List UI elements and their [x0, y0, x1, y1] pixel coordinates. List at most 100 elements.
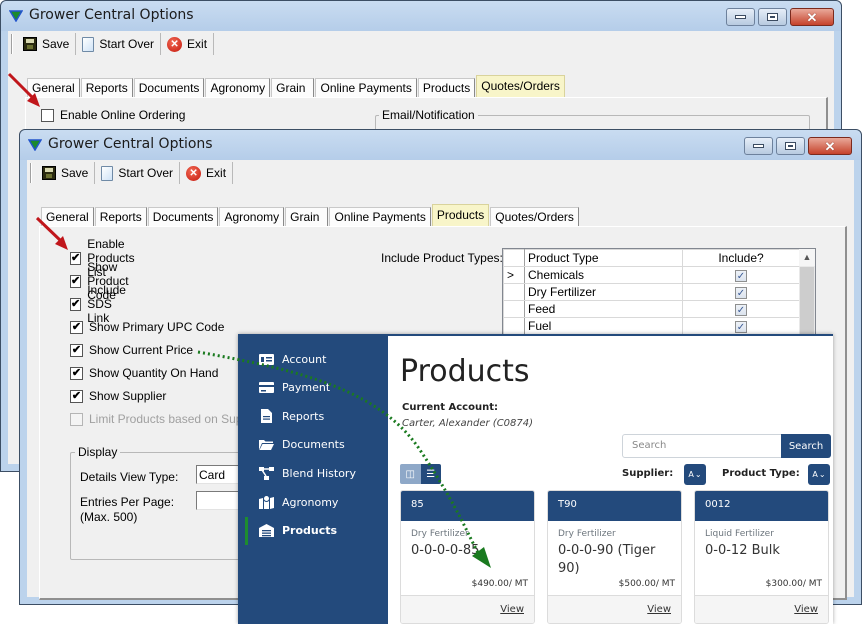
tab-documents[interactable]: Documents — [133, 78, 205, 97]
view-link[interactable]: View — [794, 604, 818, 615]
title-bar[interactable]: Grower Central Options ✕ — [20, 130, 861, 160]
product-type: Dry Fertilizer — [558, 529, 616, 539]
include-product-types-label: Include Product Types: — [381, 251, 503, 265]
tab-documents[interactable]: Documents — [147, 207, 219, 226]
include-cell[interactable]: ✓ — [682, 266, 800, 284]
exit-button[interactable]: ✕ Exit — [180, 162, 234, 184]
grid-scrollbar[interactable]: ▲ — [799, 249, 815, 347]
close-button[interactable]: ✕ — [808, 137, 852, 155]
tab-grain[interactable]: Grain — [285, 207, 329, 226]
product-card[interactable]: T90 Dry Fertilizer 0-0-0-90 (Tiger 90) $… — [547, 490, 682, 624]
include-cell[interactable]: ✓ — [682, 317, 800, 335]
toolbar-grip[interactable] — [11, 34, 13, 54]
checkbox-box[interactable]: ✔ — [70, 343, 83, 357]
product-types-grid[interactable]: Product Type Include? > Chemicals ✓ Dry … — [502, 248, 816, 348]
exit-button[interactable]: ✕ Exit — [161, 33, 215, 55]
option-show-quantity-on-hand[interactable]: ✔ Show Quantity On Hand — [70, 365, 218, 381]
scroll-up-icon[interactable]: ▲ — [799, 249, 815, 266]
checkbox-box[interactable]: ✔ — [70, 389, 83, 403]
tab-quotes-orders[interactable]: Quotes/Orders — [490, 207, 579, 226]
product-type-cell[interactable]: Dry Fertilizer — [524, 283, 683, 301]
product-type-cell[interactable]: Chemicals — [524, 266, 683, 284]
product-type-cell[interactable]: Feed — [524, 300, 683, 318]
product-card[interactable]: 85 Dry Fertilizer 0-0-0-0-85 $490.00/ MT… — [400, 490, 535, 624]
checkbox-box[interactable]: ✔ — [70, 251, 82, 265]
title-bar[interactable]: Grower Central Options ✕ — [1, 1, 841, 31]
maximize-button[interactable] — [776, 137, 805, 155]
product-card[interactable]: 0012 Liquid Fertilizer 0-0-12 Bulk $300.… — [694, 490, 829, 624]
nav-agronomy[interactable]: Agronomy — [238, 491, 388, 513]
checkbox-box[interactable]: ✔ — [70, 274, 82, 288]
option-limit-products-by-supplier: Limit Products based on Suppli — [70, 411, 254, 427]
exit-icon: ✕ — [186, 165, 202, 181]
include-checkbox[interactable]: ✓ — [735, 321, 747, 333]
tab-grain[interactable]: Grain — [271, 78, 315, 97]
tab-products[interactable]: Products — [417, 78, 476, 97]
save-icon — [23, 37, 37, 51]
option-include-sds-link[interactable]: ✔ Include SDS Link — [70, 283, 128, 325]
maximize-button[interactable] — [758, 8, 787, 26]
option-show-primary-upc-code[interactable]: ✔ Show Primary UPC Code — [70, 319, 224, 335]
tab-agronomy[interactable]: Agronomy — [219, 207, 285, 226]
nav-blend-history[interactable]: Blend History — [238, 462, 388, 484]
checkbox-box[interactable]: ✔ — [70, 297, 82, 311]
view-link[interactable]: View — [500, 604, 524, 615]
tab-general[interactable]: General — [41, 207, 94, 226]
include-checkbox[interactable]: ✓ — [735, 287, 747, 299]
supplier-label: Supplier: — [622, 468, 674, 479]
product-type-cell[interactable]: Fuel — [524, 317, 683, 335]
include-cell[interactable]: ✓ — [682, 300, 800, 318]
include-cell[interactable]: ✓ — [682, 283, 800, 301]
start-over-button[interactable]: Start Over — [95, 162, 181, 184]
checkbox-box[interactable] — [41, 108, 54, 122]
product-name: 0-0-12 Bulk — [705, 543, 780, 558]
nav-documents[interactable]: Documents — [238, 433, 388, 455]
include-checkbox[interactable]: ✓ — [735, 270, 747, 282]
tab-general[interactable]: General — [27, 78, 80, 97]
tab-quotes-orders[interactable]: Quotes/Orders — [476, 75, 565, 97]
save-button[interactable]: Save — [17, 33, 77, 55]
minimize-button[interactable] — [744, 137, 773, 155]
portal-sidebar: Account Payment Reports Documents Blend … — [238, 334, 388, 624]
chevron-down-icon: ⌄ — [818, 470, 826, 479]
checkbox-box[interactable]: ✔ — [70, 320, 83, 334]
option-show-current-price[interactable]: ✔ Show Current Price — [70, 342, 193, 358]
nav-payment[interactable]: Payment — [238, 376, 388, 398]
close-button[interactable]: ✕ — [790, 8, 834, 26]
include-checkbox[interactable]: ✓ — [735, 304, 747, 316]
nav-label: Payment — [282, 380, 331, 394]
grid-row[interactable]: Dry Fertilizer ✓ — [503, 283, 800, 301]
product-code: 85 — [401, 491, 534, 521]
checkbox-box[interactable]: ✔ — [70, 366, 83, 380]
grid-row[interactable]: Fuel ✓ — [503, 317, 800, 335]
enable-online-ordering-checkbox[interactable]: Enable Online Ordering — [41, 107, 185, 123]
supplier-select[interactable]: A ⌄ — [684, 464, 706, 485]
nav-products[interactable]: Products — [238, 517, 388, 545]
toolbar-grip[interactable] — [30, 163, 32, 183]
tab-products[interactable]: Products — [431, 204, 490, 226]
tab-reports[interactable]: Reports — [80, 78, 133, 97]
nav-reports[interactable]: Reports — [238, 405, 388, 427]
grid-row[interactable]: Feed ✓ — [503, 300, 800, 318]
tab-online-payments[interactable]: Online Payments — [315, 78, 417, 97]
tab-reports[interactable]: Reports — [94, 207, 147, 226]
search-input[interactable]: Search — [622, 434, 782, 458]
column-header-product-type[interactable]: Product Type — [524, 249, 683, 267]
column-header-include[interactable]: Include? — [682, 249, 800, 267]
option-show-supplier[interactable]: ✔ Show Supplier — [70, 388, 166, 404]
columns-icon: ◫ — [405, 468, 415, 480]
list-view-button[interactable]: ☰ — [420, 464, 441, 484]
save-button[interactable]: Save — [36, 162, 96, 184]
nav-account[interactable]: Account — [238, 348, 388, 370]
product-type-select[interactable]: A ⌄ — [808, 464, 830, 485]
grid-row[interactable]: > Chemicals ✓ — [503, 266, 800, 284]
start-over-button[interactable]: Start Over — [76, 33, 162, 55]
tab-online-payments[interactable]: Online Payments — [329, 207, 431, 226]
supplier-value: A — [688, 470, 694, 479]
view-link[interactable]: View — [647, 604, 671, 615]
minimize-button[interactable] — [726, 8, 755, 26]
toolbar: Save Start Over ✕ Exit — [8, 31, 834, 57]
tab-agronomy[interactable]: Agronomy — [205, 78, 271, 97]
card-view-button[interactable]: ◫ — [400, 464, 421, 484]
search-button[interactable]: Search — [781, 434, 831, 458]
